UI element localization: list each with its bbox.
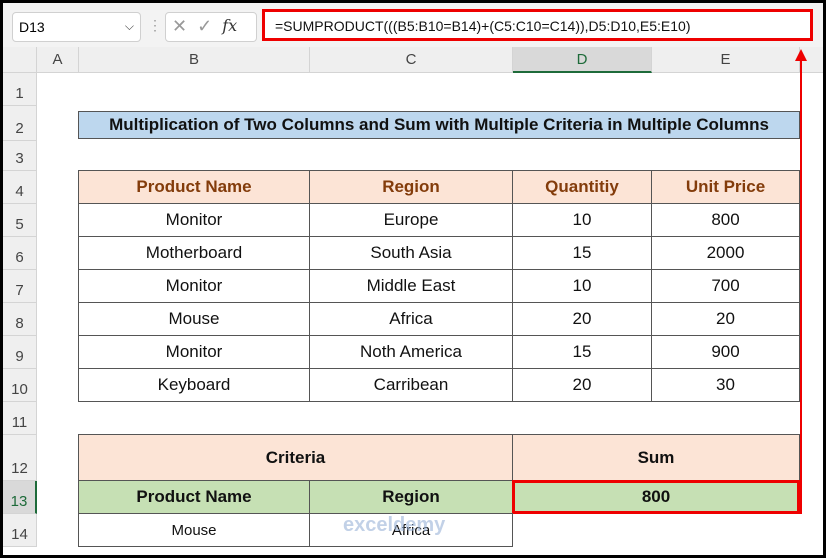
- table-cell[interactable]: Motherboard: [78, 236, 310, 270]
- table-header: Unit Price: [651, 170, 800, 204]
- row-header-3[interactable]: 3: [3, 141, 37, 171]
- criteria-header: Criteria: [78, 434, 513, 481]
- table-cell[interactable]: 10: [512, 269, 652, 303]
- row-header-6[interactable]: 6: [3, 237, 37, 270]
- table-cell[interactable]: Middle East: [309, 269, 513, 303]
- table-header: Product Name: [78, 170, 310, 204]
- table-cell[interactable]: Monitor: [78, 269, 310, 303]
- table-cell[interactable]: Keyboard: [78, 368, 310, 402]
- table-cell[interactable]: 700: [651, 269, 800, 303]
- column-header-e[interactable]: E: [652, 47, 800, 73]
- cancel-icon[interactable]: ✕: [172, 16, 187, 38]
- select-all-corner[interactable]: [3, 47, 37, 73]
- column-header-d[interactable]: D: [513, 47, 652, 73]
- table-cell[interactable]: 20: [512, 302, 652, 336]
- chevron-down-icon[interactable]: ⌵: [125, 19, 134, 34]
- table-header: Quantitiy: [512, 170, 652, 204]
- row-header-14[interactable]: 14: [3, 514, 37, 547]
- row-header-13[interactable]: 13: [3, 481, 37, 514]
- table-header: Region: [309, 170, 513, 204]
- name-box[interactable]: D13 ⌵: [12, 12, 141, 42]
- excel-window: D13 ⌵ ⋮ ✕ ✓ fx =SUMPRODUCT(((B5:B10=B14)+…: [3, 3, 823, 555]
- column-header-b[interactable]: B: [79, 47, 310, 73]
- column-header-a[interactable]: A: [37, 47, 79, 73]
- column-header-c[interactable]: C: [310, 47, 513, 73]
- row-header-9[interactable]: 9: [3, 336, 37, 369]
- sum-header: Sum: [512, 434, 800, 481]
- annotation-arrow-line: [800, 59, 802, 514]
- criteria-product-name-header: Product Name: [78, 480, 310, 514]
- row-header-1[interactable]: 1: [3, 73, 37, 106]
- row-header-4[interactable]: 4: [3, 171, 37, 204]
- annotation-arrow-head-icon: [795, 49, 807, 61]
- formula-buttons: ✕ ✓ fx: [165, 12, 257, 42]
- drag-handle-icon[interactable]: ⋮: [148, 17, 162, 34]
- row-header-8[interactable]: 8: [3, 303, 37, 336]
- row-header-12[interactable]: 12: [3, 435, 37, 481]
- table-cell[interactable]: 10: [512, 203, 652, 237]
- row-header-10[interactable]: 10: [3, 369, 37, 402]
- table-cell[interactable]: Europe: [309, 203, 513, 237]
- insert-function-icon[interactable]: fx: [222, 16, 237, 38]
- table-cell[interactable]: Africa: [309, 302, 513, 336]
- table-cell[interactable]: 900: [651, 335, 800, 369]
- name-box-value: D13: [19, 19, 45, 35]
- table-cell[interactable]: 15: [512, 335, 652, 369]
- criteria-product-value[interactable]: Mouse: [78, 513, 310, 547]
- sum-result-cell[interactable]: 800: [512, 480, 800, 514]
- table-cell[interactable]: 20: [651, 302, 800, 336]
- enter-icon[interactable]: ✓: [197, 16, 212, 38]
- table-cell[interactable]: Monitor: [78, 203, 310, 237]
- table-cell[interactable]: Carribean: [309, 368, 513, 402]
- table-cell[interactable]: 30: [651, 368, 800, 402]
- table-cell[interactable]: South Asia: [309, 236, 513, 270]
- row-header-2[interactable]: 2: [3, 106, 37, 141]
- watermark-logo: exceldemy: [343, 514, 446, 536]
- title-cell: Multiplication of Two Columns and Sum wi…: [78, 111, 800, 139]
- table-cell[interactable]: 15: [512, 236, 652, 270]
- table-cell[interactable]: 2000: [651, 236, 800, 270]
- formula-bar[interactable]: =SUMPRODUCT(((B5:B10=B14)+(C5:C10=C14)),…: [262, 9, 813, 41]
- table-cell[interactable]: Monitor: [78, 335, 310, 369]
- table-cell[interactable]: 800: [651, 203, 800, 237]
- table-cell[interactable]: 20: [512, 368, 652, 402]
- criteria-region-header: Region: [309, 480, 513, 514]
- row-header-7[interactable]: 7: [3, 270, 37, 303]
- row-header-11[interactable]: 11: [3, 402, 37, 435]
- worksheet-grid[interactable]: A B C D E 1 2 3 4 5 6 7 8 9 10 11 12 13 14 Multiplication o…: [3, 47, 823, 555]
- table-cell[interactable]: Mouse: [78, 302, 310, 336]
- row-header-5[interactable]: 5: [3, 204, 37, 237]
- table-cell[interactable]: Noth America: [309, 335, 513, 369]
